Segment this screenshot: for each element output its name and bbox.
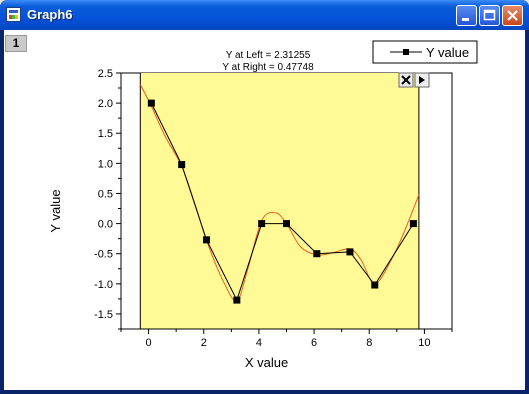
y-tick-label: 0.5 (98, 188, 113, 200)
data-point[interactable] (409, 220, 417, 228)
x-tick-label: 8 (366, 337, 372, 349)
chart: 0 2 4 6 8 10 -1.5 -1.0 -0.5 0.0 0.5 1.0 1.5 2.0 2.5 X v… (48, 40, 478, 370)
legend-marker (403, 49, 409, 55)
y-tick-label: 0.0 (98, 219, 113, 231)
x-axis-label: X value (245, 355, 288, 370)
data-point[interactable] (258, 220, 266, 228)
data-point[interactable] (147, 99, 155, 107)
graph-window: Graph6 1 0 2 4 6 8 10 -1.5 -1.0 -0.5 0.0 0.5 1.0 1.5… (0, 0, 529, 394)
legend-label: Y value (426, 45, 469, 60)
cursor-left-label: Y at Left = 2.31255 (226, 50, 311, 61)
cursor-right-label: Y at Right = 0.47748 (222, 62, 314, 73)
highlight-range[interactable] (140, 73, 419, 329)
y-tick-label: -1.5 (94, 309, 113, 321)
x-tick-label: 4 (256, 337, 262, 349)
x-tick-label: 0 (146, 337, 152, 349)
cursor-close-button[interactable] (398, 72, 414, 88)
cursor-menu-button[interactable] (414, 72, 430, 88)
data-point[interactable] (233, 296, 241, 304)
y-axis-label: Y value (48, 189, 63, 232)
data-point[interactable] (178, 161, 186, 169)
legend[interactable]: Y value (372, 40, 478, 64)
y-tick-label: 2.0 (98, 98, 113, 110)
y-tick-label: -1.0 (94, 279, 113, 291)
data-point[interactable] (283, 220, 290, 228)
y-tick-label: 2.5 (98, 68, 113, 80)
x-tick-label: 6 (311, 337, 317, 349)
data-point[interactable] (346, 248, 354, 256)
x-tick-label: 10 (418, 337, 430, 349)
data-point[interactable] (371, 281, 379, 289)
y-tick-label: 1.5 (98, 128, 113, 140)
x-tick-label: 2 (201, 337, 207, 349)
y-tick-label: -0.5 (94, 249, 113, 261)
data-point[interactable] (203, 236, 211, 244)
data-point[interactable] (313, 250, 321, 258)
y-tick-label: 1.0 (98, 158, 113, 170)
